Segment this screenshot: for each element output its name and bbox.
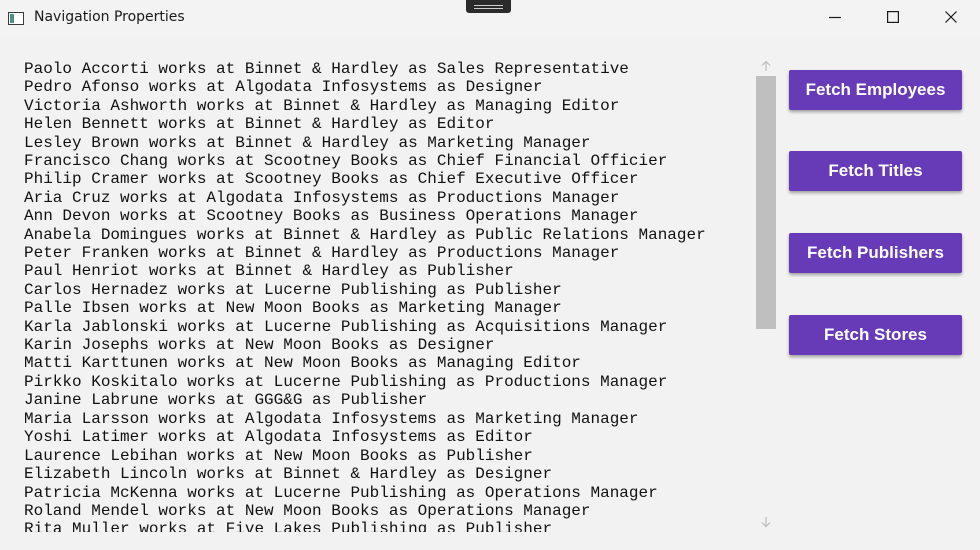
- fetch-stores-button[interactable]: Fetch Stores: [789, 315, 962, 355]
- list-item[interactable]: Karla Jablonski works at Lucerne Publish…: [24, 318, 667, 336]
- list-item[interactable]: Matti Karttunen works at New Moon Books …: [24, 354, 581, 372]
- list-item[interactable]: Pirkko Koskitalo works at Lucerne Publis…: [24, 373, 667, 391]
- window-title: Navigation Properties: [34, 9, 185, 25]
- close-button[interactable]: [922, 0, 980, 34]
- list-item[interactable]: Philip Cramer works at Scootney Books as…: [24, 170, 639, 188]
- list-item[interactable]: Paolo Accorti works at Binnet & Hardley …: [24, 60, 629, 78]
- list-item[interactable]: Aria Cruz works at Algodata Infosystems …: [24, 189, 619, 207]
- list-item[interactable]: Helen Bennett works at Binnet & Hardley …: [24, 115, 494, 133]
- minimize-button[interactable]: [806, 0, 864, 34]
- arrow-up-icon: [761, 60, 771, 71]
- list-item[interactable]: Janine Labrune works at GGG&G as Publish…: [24, 391, 427, 409]
- list-item[interactable]: Elizabeth Lincoln works at Binnet & Hard…: [24, 465, 552, 483]
- drag-handle[interactable]: [466, 0, 511, 13]
- vertical-scrollbar[interactable]: [756, 54, 776, 534]
- fetch-titles-button[interactable]: Fetch Titles: [789, 151, 962, 191]
- close-icon: [945, 11, 957, 23]
- list-item[interactable]: Roland Mendel works at New Moon Books as…: [24, 502, 591, 520]
- fetch-publishers-button[interactable]: Fetch Publishers: [789, 233, 962, 273]
- employees-listbox[interactable]: Paolo Accorti works at Binnet & Hardley …: [16, 54, 756, 532]
- list-item[interactable]: Patricia McKenna works at Lucerne Publis…: [24, 484, 658, 502]
- list-item[interactable]: Palle Ibsen works at New Moon Books as M…: [24, 299, 562, 317]
- list-item[interactable]: Francisco Chang works at Scootney Books …: [24, 152, 667, 170]
- list-item[interactable]: Victoria Ashworth works at Binnet & Hard…: [24, 97, 619, 115]
- window-icon: [8, 10, 24, 25]
- list-item[interactable]: Peter Franken works at Binnet & Hardley …: [24, 244, 619, 262]
- list-item[interactable]: Laurence Lebihan works at New Moon Books…: [24, 447, 533, 465]
- maximize-button[interactable]: [864, 0, 922, 34]
- fetch-employees-button[interactable]: Fetch Employees: [789, 70, 962, 110]
- scroll-up-button[interactable]: [756, 56, 776, 76]
- minimize-icon: [829, 16, 841, 19]
- maximize-icon: [887, 11, 899, 23]
- list-item[interactable]: Rita Muller works at Five Lakes Publishi…: [24, 520, 552, 532]
- scrollbar-thumb[interactable]: [756, 76, 776, 329]
- title-bar[interactable]: Navigation Properties: [0, 0, 980, 36]
- list-item[interactable]: Carlos Hernadez works at Lucerne Publish…: [24, 281, 562, 299]
- list-item[interactable]: Ann Devon works at Scootney Books as Bus…: [24, 207, 639, 225]
- list-item[interactable]: Yoshi Latimer works at Algodata Infosyst…: [24, 428, 533, 446]
- list-item[interactable]: Karin Josephs works at New Moon Books as…: [24, 336, 494, 354]
- list-item[interactable]: Anabela Domingues works at Binnet & Hard…: [24, 226, 706, 244]
- list-item[interactable]: Pedro Afonso works at Algodata Infosyste…: [24, 78, 542, 96]
- list-item[interactable]: Paul Henriot works at Binnet & Hardley a…: [24, 262, 514, 280]
- list-item[interactable]: Lesley Brown works at Binnet & Hardley a…: [24, 134, 591, 152]
- scroll-down-button[interactable]: [756, 512, 776, 532]
- arrow-down-icon: [761, 517, 771, 528]
- list-item[interactable]: Maria Larsson works at Algodata Infosyst…: [24, 410, 639, 428]
